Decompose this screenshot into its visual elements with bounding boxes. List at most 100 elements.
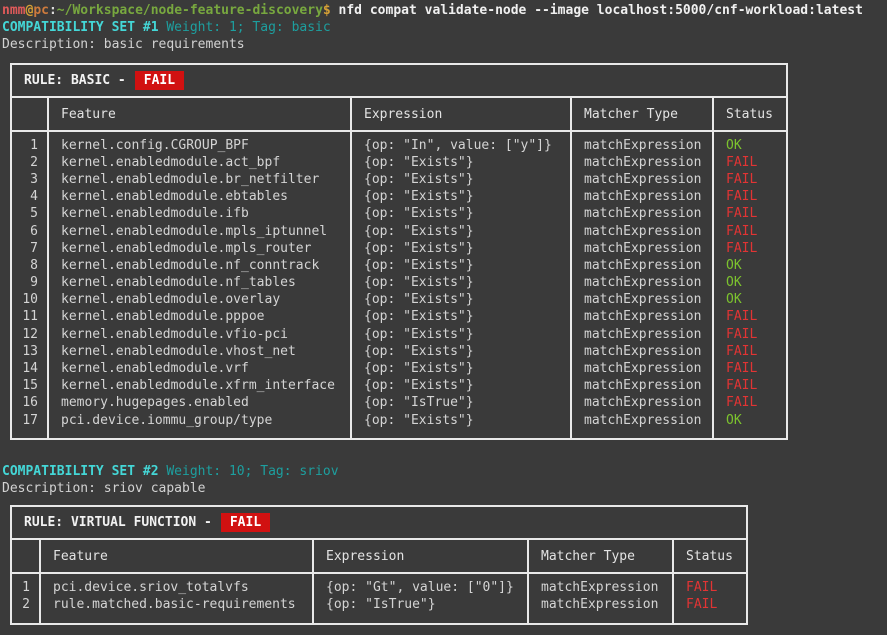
cell-feature: kernel.enabledmodule.nf_conntrack	[49, 257, 350, 274]
cell-expression: {op: "Exists"}	[352, 240, 570, 257]
cell-index: 11	[12, 308, 47, 325]
cell-expression: {op: "Exists"}	[352, 188, 570, 205]
column-index: 12	[12, 574, 41, 622]
cell-feature: kernel.enabledmodule.act_bpf	[49, 154, 350, 171]
cell-matcher: matchExpression	[572, 188, 712, 205]
column-matcher: matchExpressionmatchExpressionmatchExpre…	[572, 132, 714, 438]
cell-status: FAIL	[714, 394, 786, 411]
cell-feature: kernel.enabledmodule.pppoe	[49, 308, 350, 325]
cell-expression: {op: "Gt", value: ["0"]}	[314, 579, 527, 596]
cell-status: OK	[714, 291, 786, 308]
set1-header-line: COMPATIBILITY SET #1 Weight: 1; Tag: basi…	[2, 19, 887, 36]
cell-index: 4	[12, 188, 47, 205]
cell-status: FAIL	[714, 223, 786, 240]
prompt-colon: :	[49, 3, 57, 18]
cell-feature: kernel.enabledmodule.mpls_iptunnel	[49, 223, 350, 240]
cell-index: 16	[12, 394, 47, 411]
set1-title: COMPATIBILITY SET #1	[2, 20, 159, 35]
cell-index: 15	[12, 377, 47, 394]
cell-status: FAIL	[714, 360, 786, 377]
cell-expression: {op: "Exists"}	[352, 343, 570, 360]
column-feature: kernel.config.CGROUP_BPFkernel.enabledmo…	[49, 132, 352, 438]
cell-feature: kernel.enabledmodule.vhost_net	[49, 343, 350, 360]
cell-feature: rule.matched.basic-requirements	[41, 596, 312, 613]
cell-expression: {op: "In", value: ["y"]}	[352, 137, 570, 154]
cell-status: FAIL	[714, 377, 786, 394]
cell-index: 1	[12, 579, 39, 596]
cell-feature: kernel.enabledmodule.br_netfilter	[49, 171, 350, 188]
cell-matcher: matchExpression	[572, 394, 712, 411]
column-index: 1234567891011121314151617	[12, 132, 49, 438]
cell-index: 6	[12, 223, 47, 240]
cell-feature: kernel.enabledmodule.ebtables	[49, 188, 350, 205]
cell-feature: kernel.enabledmodule.nf_tables	[49, 274, 350, 291]
set2-meta: Weight: 10; Tag: sriov	[166, 464, 338, 479]
cell-expression: {op: "Exists"}	[352, 326, 570, 343]
set1-description: Description: basic requirements	[2, 36, 887, 53]
cell-index: 8	[12, 257, 47, 274]
cell-feature: pci.device.sriov_totalvfs	[41, 579, 312, 596]
cell-matcher: matchExpression	[572, 274, 712, 291]
cell-index: 1	[12, 137, 47, 154]
cell-status: FAIL	[714, 326, 786, 343]
cell-expression: {op: "Exists"}	[352, 412, 570, 429]
prompt-user: nmm	[2, 3, 25, 18]
rule-table-virtual-function: RULE: VIRTUAL FUNCTION -FAIL Feature Exp…	[10, 505, 748, 624]
cell-feature: kernel.enabledmodule.vfio-pci	[49, 326, 350, 343]
cell-matcher: matchExpression	[572, 205, 712, 222]
cell-status: FAIL	[714, 308, 786, 325]
cell-status: FAIL	[714, 343, 786, 360]
table-header-row: Feature Expression Matcher Type Status	[12, 98, 786, 132]
set2-header-line: COMPATIBILITY SET #2 Weight: 10; Tag: sri…	[2, 463, 887, 480]
column-header-feature: Feature	[41, 540, 314, 572]
cell-feature: kernel.enabledmodule.xfrm_interface	[49, 377, 350, 394]
cell-matcher: matchExpression	[572, 154, 712, 171]
rule-label: RULE: BASIC -	[24, 73, 126, 88]
cell-index: 13	[12, 343, 47, 360]
cell-feature: kernel.enabledmodule.mpls_router	[49, 240, 350, 257]
cell-index: 14	[12, 360, 47, 377]
cell-index: 17	[12, 412, 47, 429]
cell-expression: {op: "Exists"}	[352, 257, 570, 274]
cell-status: OK	[714, 257, 786, 274]
cell-feature: kernel.enabledmodule.ifb	[49, 205, 350, 222]
column-expression: {op: "In", value: ["y"]}{op: "Exists"}{o…	[352, 132, 572, 438]
set2-title: COMPATIBILITY SET #2	[2, 464, 159, 479]
cell-feature: kernel.enabledmodule.vrf	[49, 360, 350, 377]
column-header-matcher: Matcher Type	[572, 98, 714, 130]
cell-status: OK	[714, 137, 786, 154]
column-status: OKFAILFAILFAILFAILFAILFAILOKOKOKFAILFAIL…	[714, 132, 786, 438]
cell-index: 7	[12, 240, 47, 257]
cell-index: 2	[12, 596, 39, 613]
cell-matcher: matchExpression	[572, 223, 712, 240]
cell-matcher: matchExpression	[572, 377, 712, 394]
column-matcher: matchExpressionmatchExpression	[529, 574, 674, 622]
cell-feature: pci.device.iommu_group/type	[49, 412, 350, 429]
cell-status: FAIL	[714, 205, 786, 222]
rule-label: RULE: VIRTUAL FUNCTION -	[24, 515, 212, 530]
cell-expression: {op: "Exists"}	[352, 171, 570, 188]
rule-title-basic: RULE: BASIC -FAIL	[12, 65, 786, 98]
cell-index: 3	[12, 171, 47, 188]
cell-status: OK	[714, 274, 786, 291]
rule-title-virtual-function: RULE: VIRTUAL FUNCTION -FAIL	[12, 507, 746, 540]
cell-matcher: matchExpression	[529, 579, 672, 596]
cell-status: FAIL	[674, 579, 746, 596]
column-header-status: Status	[714, 98, 786, 130]
terminal-output: nmm@pc:~/Workspace/node-feature-discover…	[0, 0, 887, 625]
cell-expression: {op: "Exists"}	[352, 360, 570, 377]
column-status: FAILFAIL	[674, 574, 746, 622]
column-header-expression: Expression	[314, 540, 529, 572]
column-header-index	[12, 540, 41, 572]
cell-matcher: matchExpression	[572, 137, 712, 154]
cell-matcher: matchExpression	[529, 596, 672, 613]
cell-index: 12	[12, 326, 47, 343]
set1-meta: Weight: 1; Tag: basic	[166, 20, 330, 35]
cell-expression: {op: "IsTrue"}	[352, 394, 570, 411]
cell-matcher: matchExpression	[572, 308, 712, 325]
prompt-path: ~/Workspace/node-feature-discovery	[57, 3, 323, 18]
cell-matcher: matchExpression	[572, 240, 712, 257]
column-feature: pci.device.sriov_totalvfsrule.matched.ba…	[41, 574, 314, 622]
cell-expression: {op: "Exists"}	[352, 205, 570, 222]
cell-matcher: matchExpression	[572, 257, 712, 274]
